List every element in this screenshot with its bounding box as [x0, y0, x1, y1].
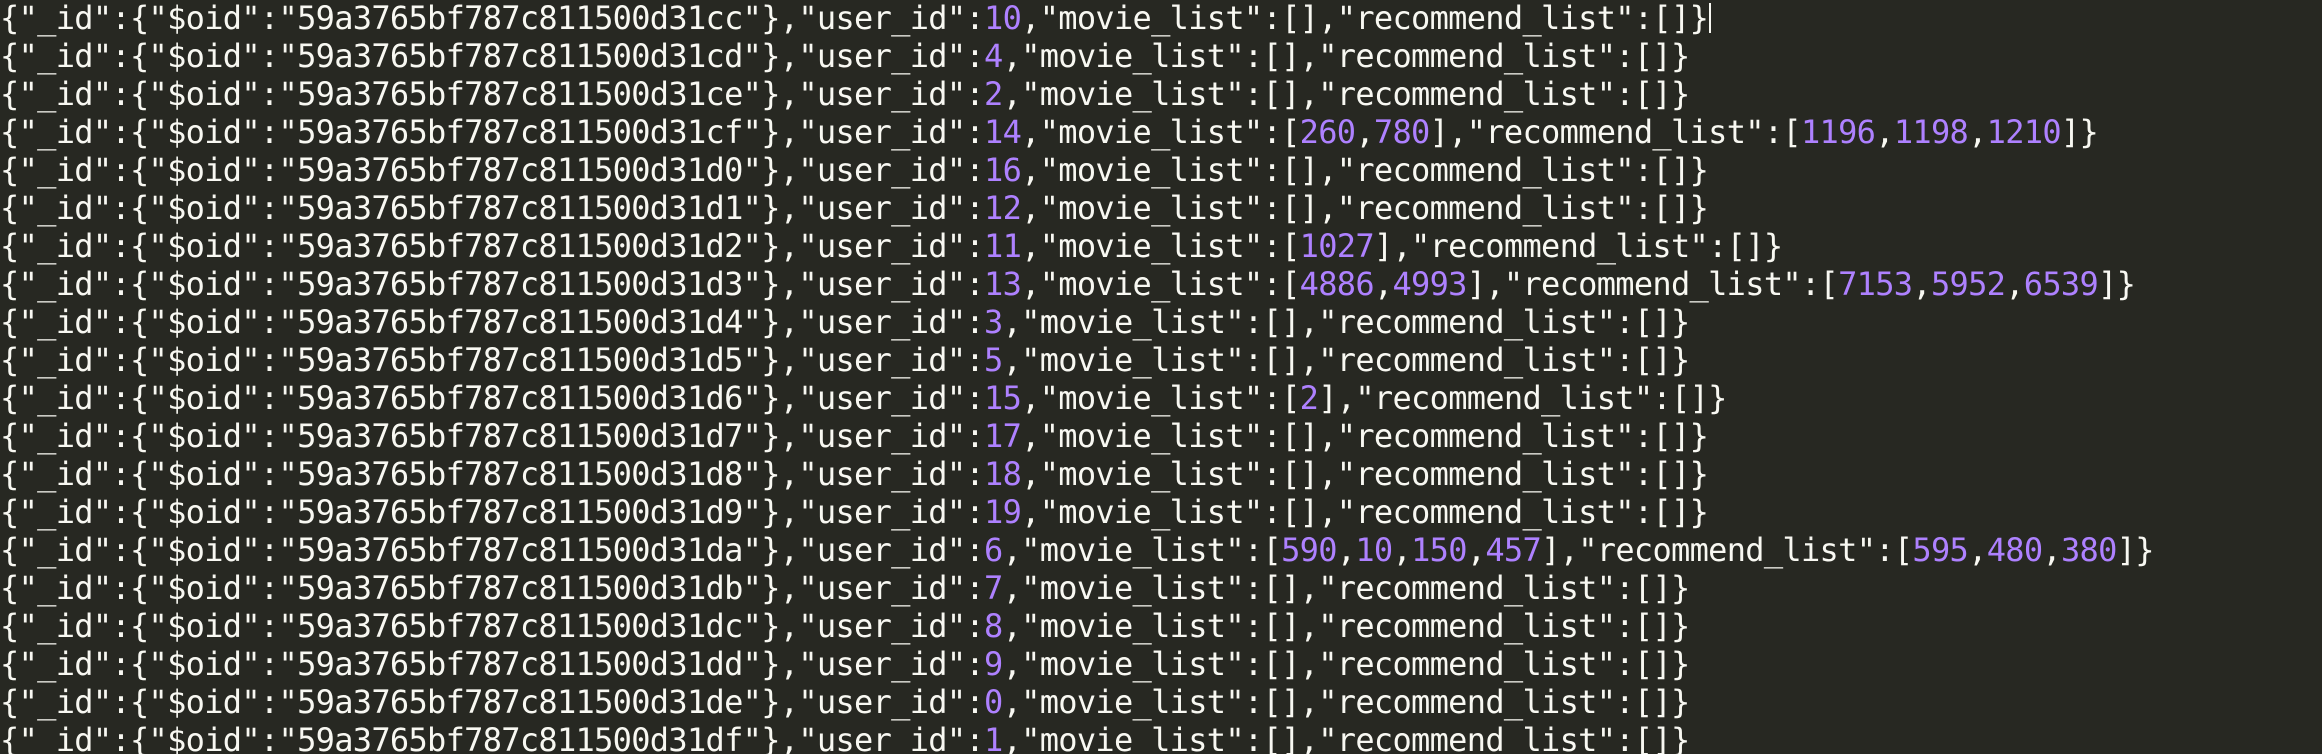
movie-id-value: 10 — [1355, 531, 1393, 569]
object-id-value: 59a3765bf787c811500d31d6 — [297, 379, 743, 417]
object-id-value: 59a3765bf787c811500d31df — [297, 721, 743, 754]
recommend-id-value: 5952 — [1930, 265, 2006, 303]
movie-id-value: 150 — [1411, 531, 1467, 569]
user-id-value: 7 — [984, 569, 1003, 607]
recommend-id-value: 480 — [1986, 531, 2043, 569]
user-id-value: 4 — [984, 37, 1003, 75]
document-line[interactable]: {"_id":{"$oid":"59a3765bf787c811500d31d4… — [0, 303, 1690, 341]
object-id-value: 59a3765bf787c811500d31d5 — [297, 341, 743, 379]
text-cursor — [1709, 3, 1711, 33]
recommend-id-value: 6539 — [2023, 265, 2099, 303]
object-id-value: 59a3765bf787c811500d31d1 — [297, 189, 743, 227]
document-line[interactable]: {"_id":{"$oid":"59a3765bf787c811500d31de… — [0, 683, 1690, 721]
document-line[interactable]: {"_id":{"$oid":"59a3765bf787c811500d31ce… — [0, 75, 1690, 113]
object-id-value: 59a3765bf787c811500d31d2 — [297, 227, 743, 265]
object-id-value: 59a3765bf787c811500d31d0 — [297, 151, 743, 189]
recommend-id-value: 1210 — [1986, 113, 2062, 151]
document-line[interactable]: {"_id":{"$oid":"59a3765bf787c811500d31df… — [0, 721, 1690, 754]
user-id-value: 2 — [984, 75, 1003, 113]
object-id-value: 59a3765bf787c811500d31ce — [297, 75, 743, 113]
document-line[interactable]: {"_id":{"$oid":"59a3765bf787c811500d31d9… — [0, 493, 1709, 531]
user-id-value: 15 — [984, 379, 1022, 417]
document-line[interactable]: {"_id":{"$oid":"59a3765bf787c811500d31cc… — [0, 0, 1709, 37]
object-id-value: 59a3765bf787c811500d31d4 — [297, 303, 743, 341]
object-id-value: 59a3765bf787c811500d31dd — [297, 645, 743, 683]
object-id-value: 59a3765bf787c811500d31d8 — [297, 455, 743, 493]
movie-id-value: 4993 — [1392, 265, 1467, 303]
user-id-value: 19 — [984, 493, 1022, 531]
user-id-value: 0 — [984, 683, 1003, 721]
movie-id-value: 2 — [1299, 379, 1319, 417]
movie-id-value: 780 — [1373, 113, 1430, 151]
document-line[interactable]: {"_id":{"$oid":"59a3765bf787c811500d31db… — [0, 569, 1690, 607]
text-editor[interactable]: {"_id":{"$oid":"59a3765bf787c811500d31cc… — [0, 0, 2322, 754]
document-line[interactable]: {"_id":{"$oid":"59a3765bf787c811500d31d7… — [0, 417, 1709, 455]
document-line[interactable]: {"_id":{"$oid":"59a3765bf787c811500d31dd… — [0, 645, 1690, 683]
document-line[interactable]: {"_id":{"$oid":"59a3765bf787c811500d31d0… — [0, 151, 1709, 189]
document-line[interactable]: {"_id":{"$oid":"59a3765bf787c811500d31cd… — [0, 37, 1690, 75]
document-line[interactable]: {"_id":{"$oid":"59a3765bf787c811500d31d2… — [0, 227, 1783, 265]
user-id-value: 3 — [984, 303, 1003, 341]
document-line[interactable]: {"_id":{"$oid":"59a3765bf787c811500d31d1… — [0, 189, 1709, 227]
document-line[interactable]: {"_id":{"$oid":"59a3765bf787c811500d31d8… — [0, 455, 1709, 493]
recommend-id-value: 595 — [1912, 531, 1969, 569]
document-line[interactable]: {"_id":{"$oid":"59a3765bf787c811500d31d3… — [0, 265, 2136, 303]
object-id-value: 59a3765bf787c811500d31cf — [297, 113, 743, 151]
object-id-value: 59a3765bf787c811500d31cd — [297, 37, 743, 75]
document-line[interactable]: {"_id":{"$oid":"59a3765bf787c811500d31d5… — [0, 341, 1690, 379]
user-id-value: 14 — [984, 113, 1022, 151]
document-line[interactable]: {"_id":{"$oid":"59a3765bf787c811500d31cf… — [0, 113, 2099, 151]
user-id-value: 8 — [984, 607, 1003, 645]
user-id-value: 17 — [984, 417, 1022, 455]
user-id-value: 6 — [984, 531, 1003, 569]
object-id-value: 59a3765bf787c811500d31de — [297, 683, 743, 721]
document-line[interactable]: {"_id":{"$oid":"59a3765bf787c811500d31dc… — [0, 607, 1690, 645]
object-id-value: 59a3765bf787c811500d31d9 — [297, 493, 743, 531]
object-id-value: 59a3765bf787c811500d31d3 — [297, 265, 743, 303]
object-id-value: 59a3765bf787c811500d31db — [297, 569, 743, 607]
movie-id-value: 457 — [1485, 531, 1542, 569]
document-line[interactable]: {"_id":{"$oid":"59a3765bf787c811500d31da… — [0, 531, 2155, 569]
movie-id-value: 260 — [1299, 113, 1356, 151]
movie-id-value: 590 — [1281, 531, 1337, 569]
user-id-value: 12 — [984, 189, 1022, 227]
movie-id-value: 1027 — [1299, 227, 1375, 265]
object-id-value: 59a3765bf787c811500d31dc — [297, 607, 743, 645]
user-id-value: 16 — [984, 151, 1022, 189]
object-id-value: 59a3765bf787c811500d31cc — [297, 0, 743, 37]
user-id-value: 13 — [984, 265, 1022, 303]
user-id-value: 11 — [984, 227, 1022, 265]
movie-id-value: 4886 — [1299, 265, 1375, 303]
user-id-value: 5 — [984, 341, 1003, 379]
user-id-value: 10 — [984, 0, 1022, 37]
object-id-value: 59a3765bf787c811500d31d7 — [297, 417, 743, 455]
user-id-value: 9 — [984, 645, 1003, 683]
recommend-id-value: 7153 — [1838, 265, 1913, 303]
recommend-id-value: 1196 — [1800, 113, 1876, 151]
document-line[interactable]: {"_id":{"$oid":"59a3765bf787c811500d31d6… — [0, 379, 1727, 417]
recommend-id-value: 380 — [2060, 531, 2117, 569]
recommend-id-value: 1198 — [1893, 113, 1969, 151]
user-id-value: 1 — [984, 721, 1003, 754]
object-id-value: 59a3765bf787c811500d31da — [297, 531, 743, 569]
user-id-value: 18 — [984, 455, 1022, 493]
